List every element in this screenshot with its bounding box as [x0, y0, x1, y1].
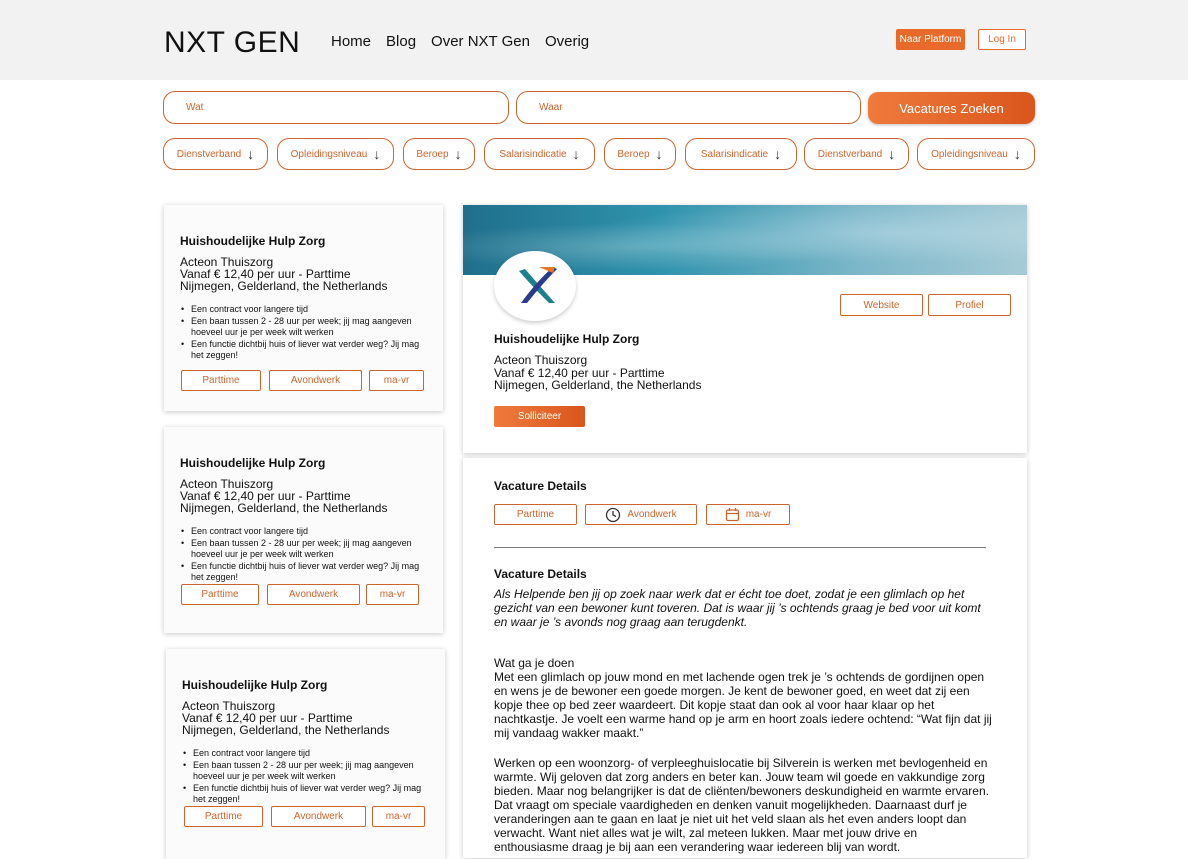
- tag-avondwerk[interactable]: Avondwerk: [269, 370, 362, 391]
- detail-location: Nijmegen, Gelderland, the Netherlands: [494, 378, 702, 392]
- job-location: Nijmegen, Gelderland, the Netherlands: [180, 279, 388, 293]
- job-benefits-list: Een contract voor langere tijd Een baan …: [182, 748, 432, 806]
- filter-label: Beroep: [416, 148, 449, 160]
- website-button[interactable]: Website: [840, 294, 923, 316]
- job-title: Huishoudelijke Hulp Zorg: [180, 456, 326, 470]
- filter-salarisindicatie[interactable]: Salarisindicatie ↓: [484, 138, 595, 170]
- detail-job-title: Huishoudelijke Hulp Zorg: [494, 332, 640, 346]
- filter-label: Salarisindicatie: [700, 148, 769, 160]
- benefit-item: Een baan tussen 2 - 28 uur per week; jij…: [180, 538, 430, 561]
- clock-icon: [606, 507, 621, 522]
- arrow-down-icon: ↓: [774, 146, 782, 162]
- main-nav: Home Blog Over NXT Gen Overig: [331, 33, 589, 50]
- section-divider: [494, 547, 986, 548]
- filter-label: Opleidingsniveau: [931, 148, 1008, 160]
- tag-ma-vr[interactable]: ma-vr: [369, 370, 424, 391]
- benefit-item: Een functie dichtbij huis of liever wat …: [180, 339, 430, 362]
- job-card[interactable]: Huishoudelijke Hulp Zorg Acteon Thuiszor…: [166, 649, 445, 859]
- login-button[interactable]: Log In: [978, 29, 1026, 50]
- tag-avondwerk[interactable]: Avondwerk: [271, 806, 366, 827]
- detail-company: Acteon Thuiszorg: [494, 353, 588, 367]
- benefit-item: Een contract voor langere tijd: [180, 304, 430, 316]
- tag-parttime[interactable]: Parttime: [181, 370, 261, 391]
- intro-text: Als Helpende ben jij op zoek naar werk d…: [494, 587, 981, 629]
- job-benefits-list: Een contract voor langere tijd Een baan …: [180, 526, 430, 584]
- filter-label: Opleidingsniveau: [290, 148, 368, 160]
- benefit-item: Een baan tussen 2 - 28 uur per week; jij…: [182, 760, 432, 783]
- arrow-down-icon: ↓: [655, 146, 663, 162]
- chip-parttime: Parttime: [494, 504, 577, 525]
- filter-dienstverband-2[interactable]: Dienstverband ↓: [804, 138, 909, 170]
- chip-ma-vr: ma-vr: [706, 504, 790, 525]
- company-logo-mark: [519, 267, 557, 303]
- arrow-down-icon: ↓: [373, 146, 381, 162]
- tag-parttime[interactable]: Parttime: [181, 584, 259, 605]
- calendar-icon: [725, 508, 739, 522]
- job-title: Huishoudelijke Hulp Zorg: [182, 678, 328, 692]
- job-benefits-list: Een contract voor langere tijd Een baan …: [180, 304, 430, 362]
- filter-beroep[interactable]: Beroep ↓: [403, 138, 475, 170]
- chip-avondwerk: Avondwerk: [585, 504, 697, 525]
- benefit-item: Een baan tussen 2 - 28 uur per week; jij…: [180, 316, 430, 339]
- nav-blog[interactable]: Blog: [386, 33, 416, 50]
- description-heading: Vacature Details: [494, 567, 587, 581]
- filter-label: Dienstverband: [817, 148, 883, 160]
- job-location: Nijmegen, Gelderland, the Netherlands: [180, 501, 388, 515]
- vacatures-zoeken-button[interactable]: Vacatures Zoeken: [868, 92, 1035, 124]
- filter-opleidingsniveau[interactable]: Opleidingsniveau ↓: [277, 138, 394, 170]
- search-waar-input[interactable]: Waar: [516, 91, 861, 124]
- filter-bar: Dienstverband ↓ Opleidingsniveau ↓ Beroep ↓…: [163, 138, 1035, 170]
- job-card[interactable]: Huishoudelijke Hulp Zorg Acteon Thuiszor…: [164, 205, 443, 411]
- benefit-item: Een contract voor langere tijd: [182, 748, 432, 760]
- job-detail-body: Vacature Details Parttime Avondwerk ma-v…: [463, 458, 1027, 858]
- chip-label: Avondwerk: [627, 509, 677, 520]
- solliciteer-button[interactable]: Solliciteer: [494, 406, 585, 427]
- job-location: Nijmegen, Gelderland, the Netherlands: [182, 723, 390, 737]
- benefit-item: Een contract voor langere tijd: [180, 526, 430, 538]
- benefit-item: Een functie dichtbij huis of liever wat …: [180, 561, 430, 584]
- benefit-item: Een functie dichtbij huis of liever wat …: [182, 783, 432, 806]
- wat-ga-je-doen-heading: Wat ga je doen: [494, 656, 575, 670]
- arrow-down-icon: ↓: [1013, 146, 1021, 162]
- arrow-down-icon: ↓: [454, 146, 462, 162]
- tag-avondwerk[interactable]: Avondwerk: [267, 584, 360, 605]
- search-wat-input[interactable]: Wat: [163, 91, 509, 124]
- chip-label: ma-vr: [745, 509, 772, 520]
- site-logo[interactable]: NXT GEN: [164, 26, 300, 60]
- filter-dienstverband[interactable]: Dienstverband ↓: [163, 138, 268, 170]
- wat-ga-je-doen-text: Met een glimlach op jouw mond en met lac…: [494, 670, 992, 740]
- nav-overig[interactable]: Overig: [545, 33, 589, 50]
- nav-home[interactable]: Home: [331, 33, 371, 50]
- filter-salarisindicatie-2[interactable]: Salarisindicatie ↓: [685, 138, 797, 170]
- company-logo[interactable]: [494, 251, 576, 321]
- job-title: Huishoudelijke Hulp Zorg: [180, 234, 326, 248]
- filter-opleidingsniveau-2[interactable]: Opleidingsniveau ↓: [917, 138, 1035, 170]
- filter-beroep-2[interactable]: Beroep ↓: [604, 138, 676, 170]
- nav-over-nxt-gen[interactable]: Over NXT Gen: [431, 33, 530, 50]
- tag-ma-vr[interactable]: ma-vr: [372, 806, 425, 827]
- filter-label: Beroep: [617, 148, 650, 160]
- naar-platform-button[interactable]: Naar Platform: [896, 29, 965, 50]
- top-navigation-bar: NXT GEN Home Blog Over NXT Gen Overig Na…: [0, 0, 1188, 80]
- tag-parttime[interactable]: Parttime: [184, 806, 263, 827]
- details-heading: Vacature Details: [494, 479, 587, 493]
- chip-label: Parttime: [516, 509, 555, 520]
- job-card[interactable]: Huishoudelijke Hulp Zorg Acteon Thuiszor…: [164, 427, 443, 633]
- job-detail-header: Website Profiel Huishoudelijke Hulp Zorg…: [463, 205, 1027, 453]
- arrow-down-icon: ↓: [888, 146, 896, 162]
- werken-text: Werken op een woonzorg- of verpleeghuisl…: [494, 756, 989, 854]
- tag-ma-vr[interactable]: ma-vr: [366, 584, 419, 605]
- profiel-button[interactable]: Profiel: [928, 294, 1011, 316]
- filter-label: Dienstverband: [176, 148, 242, 160]
- arrow-down-icon: ↓: [572, 146, 580, 162]
- filter-label: Salarisindicatie: [499, 148, 567, 160]
- arrow-down-icon: ↓: [247, 146, 255, 162]
